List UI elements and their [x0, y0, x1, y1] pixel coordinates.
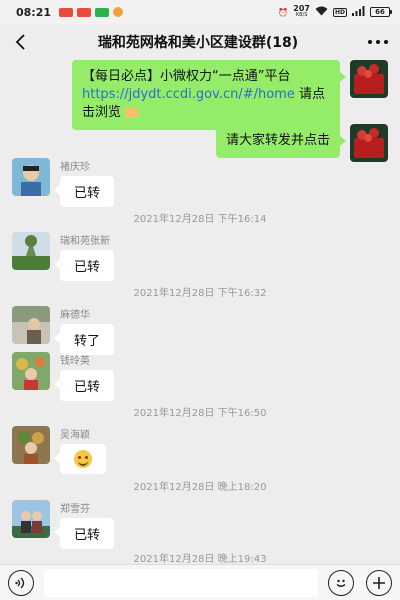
message-timestamp: 2021年12月28日 下午16:14	[133, 214, 267, 225]
app-notification-icon	[77, 7, 92, 17]
signal-icon	[352, 6, 365, 18]
message-bubble-outgoing[interactable]: 请大家转发并点击	[215, 124, 347, 158]
chat-header: 瑞和苑网格和美小区建设群(18)	[0, 24, 400, 60]
sender-name: 郑雪芬	[60, 504, 90, 515]
voice-icon	[15, 577, 25, 588]
sender-name: 麻德华	[60, 310, 90, 321]
sender-name: 褚庆珍	[60, 162, 90, 173]
message-incoming: 钱玲英 已转	[12, 352, 115, 401]
message-outgoing: 请大家转发并点击	[215, 124, 388, 162]
notification-icon	[59, 7, 74, 17]
emoji-icon	[336, 579, 346, 587]
plus-icon	[373, 576, 385, 589]
more-button[interactable]	[356, 24, 400, 60]
status-time: 08:21	[16, 5, 52, 19]
message-bubble-incoming[interactable]: 已转	[53, 518, 115, 549]
message-content: 麻德华 转了	[53, 306, 115, 355]
message-content: 褚庆珍 已转	[53, 158, 115, 207]
avatar[interactable]	[12, 306, 50, 344]
message-bubble-incoming[interactable]: 已转	[53, 370, 115, 401]
wifi-icon	[315, 6, 328, 18]
message-content: 吴海颖	[54, 426, 106, 474]
message-content: 郑雪芬 已转	[53, 500, 115, 549]
hd-badge: HD	[332, 7, 347, 17]
message-incoming: 吴海颖	[12, 426, 106, 474]
message-outgoing: 【每日必点】小微权力“一点通”平台 https://jdydt.ccdi.gov…	[72, 60, 388, 130]
avatar[interactable]	[12, 158, 50, 196]
avatar[interactable]	[12, 352, 50, 390]
message-bubble-outgoing[interactable]: 【每日必点】小微权力“一点通”平台 https://jdydt.ccdi.gov…	[72, 60, 346, 130]
sender-name: 瑞和苑张新	[60, 236, 110, 247]
avatar[interactable]	[350, 60, 388, 98]
status-bar: 08:21 ⏰ 207 KB/S HD 66	[0, 0, 400, 24]
message-incoming: 郑雪芬 已转	[12, 500, 115, 549]
message-timestamp: 2021年12月28日 下午16:50	[133, 408, 267, 419]
wechat-notification-icon	[95, 7, 110, 17]
avatar[interactable]	[12, 426, 50, 464]
message-incoming: 麻德华 转了	[12, 306, 115, 355]
hand-point-emoji-icon	[125, 107, 140, 118]
message-incoming: 瑞和苑张新 已转	[12, 232, 115, 281]
smile-emoji-icon	[74, 450, 92, 468]
message-timestamp: 2021年12月28日 下午16:32	[133, 288, 267, 299]
message-input[interactable]	[44, 568, 318, 597]
plus-button[interactable]	[366, 569, 392, 596]
status-indicators: ⏰ 207 KB/S HD 66	[278, 5, 392, 19]
message-incoming: 褚庆珍 已转	[12, 158, 115, 207]
message-bubble-incoming[interactable]: 已转	[53, 176, 115, 207]
avatar[interactable]	[350, 124, 388, 162]
chevron-left-icon	[15, 34, 25, 50]
message-content: 瑞和苑张新 已转	[53, 232, 115, 281]
message-timestamp: 2021年12月28日 晚上19:43	[133, 554, 267, 564]
sender-name: 钱玲英	[60, 356, 90, 367]
message-bubble-incoming[interactable]	[54, 444, 106, 474]
chat-screen: 08:21 ⏰ 207 KB/S HD 66 瑞和苑网格和美小区建设群(18) …	[0, 0, 400, 600]
input-bar	[0, 564, 400, 600]
chat-title: 瑞和苑网格和美小区建设群(18)	[97, 35, 299, 51]
message-content: 钱玲英 已转	[53, 352, 115, 401]
weibo-notification-icon	[113, 7, 124, 17]
message-bubble-incoming[interactable]: 已转	[53, 250, 115, 281]
avatar[interactable]	[12, 500, 50, 538]
voice-button[interactable]	[8, 569, 34, 596]
back-button[interactable]	[0, 24, 40, 60]
message-link[interactable]: https://jdydt.ccdi.gov.cn/#/home	[82, 87, 295, 102]
sender-name: 吴海颖	[60, 430, 90, 441]
emoji-button[interactable]	[328, 569, 354, 596]
alarm-icon: ⏰	[278, 7, 289, 17]
message-bubble-incoming[interactable]: 转了	[53, 324, 115, 355]
message-timestamp: 2021年12月28日 晚上18:20	[133, 482, 267, 493]
battery-icon: 66	[370, 7, 392, 17]
network-speed: 207 KB/S	[293, 4, 310, 19]
message-list[interactable]: 【每日必点】小微权力“一点通”平台 https://jdydt.ccdi.gov…	[0, 60, 400, 564]
avatar[interactable]	[12, 232, 50, 270]
more-dots-icon	[368, 40, 388, 44]
